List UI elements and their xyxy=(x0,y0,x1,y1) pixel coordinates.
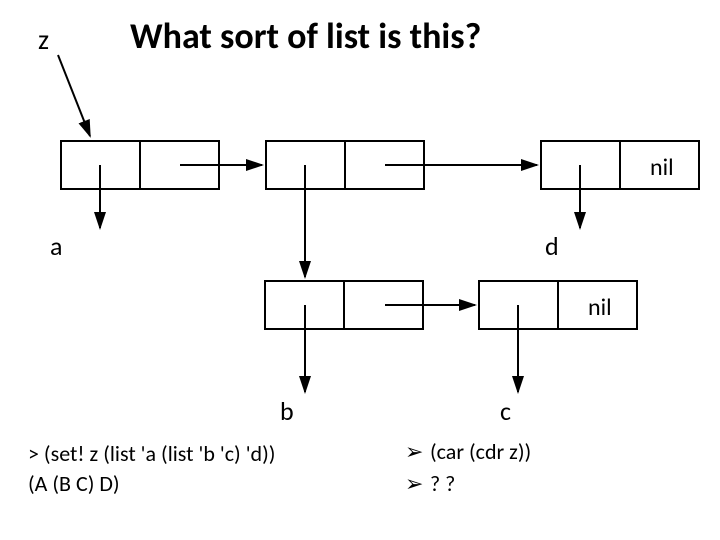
cons-sub-2 xyxy=(478,280,638,330)
cons-top-1 xyxy=(60,140,220,190)
code-line-1: > (set! z (list 'a (list 'b 'c) 'd)) xyxy=(28,440,275,467)
cons-sub-1 xyxy=(264,280,424,330)
a-label: a xyxy=(50,230,62,262)
z-label: z xyxy=(38,22,49,57)
code-line-2: (A (B C) D) xyxy=(28,470,120,497)
answer-1: (car (cdr z)) xyxy=(430,438,531,465)
d-label: d xyxy=(545,230,559,262)
answer-2: ? ? xyxy=(430,470,455,497)
nil-label-sub: nil xyxy=(588,293,612,322)
page-title: What sort of list is this? xyxy=(130,14,481,58)
bullet-2: ➢ xyxy=(405,470,423,497)
b-label: b xyxy=(280,395,294,427)
c-label: c xyxy=(500,395,511,427)
bullet-1: ➢ xyxy=(405,438,423,465)
cons-top-3 xyxy=(540,140,700,190)
cons-top-2 xyxy=(265,140,425,190)
nil-label-top: nil xyxy=(650,153,674,182)
